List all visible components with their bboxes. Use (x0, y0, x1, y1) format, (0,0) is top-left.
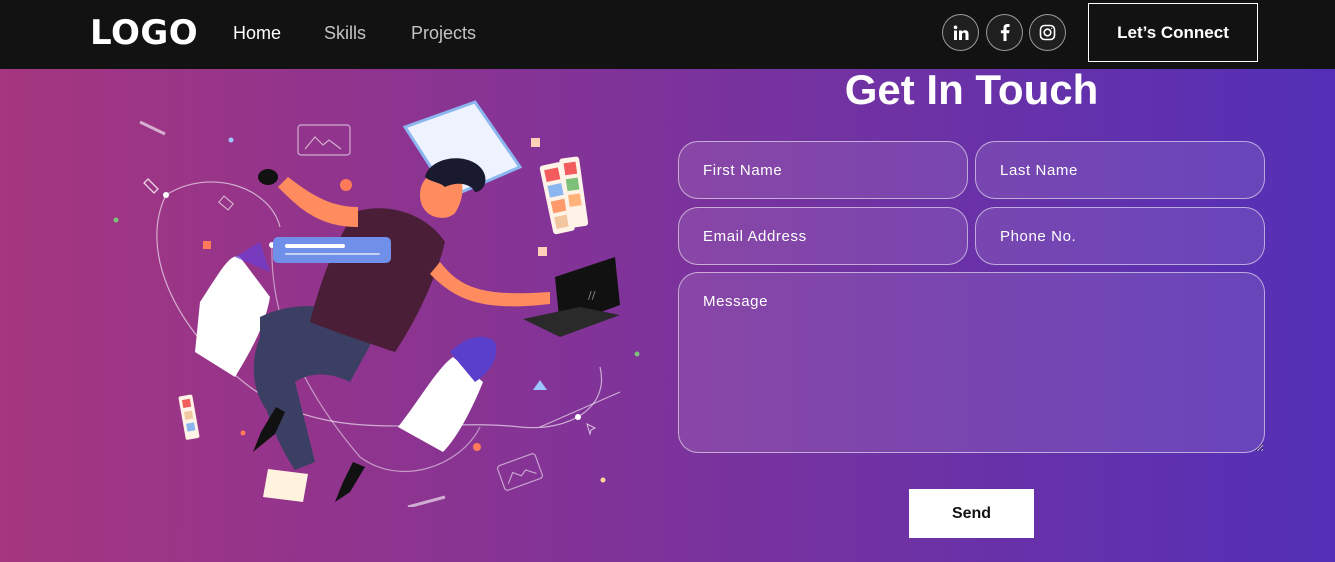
send-button[interactable]: Send (909, 489, 1034, 538)
navbar: LOGO Home Skills Projects Let’s Connect (0, 0, 1335, 69)
last-name-input[interactable] (975, 141, 1265, 199)
contact-illustration: // (113, 100, 640, 507)
first-name-input[interactable] (678, 141, 968, 199)
nav-link-projects[interactable]: Projects (411, 23, 476, 44)
instagram-icon[interactable] (1029, 14, 1066, 51)
linkedin-icon[interactable] (942, 14, 979, 51)
svg-text://: // (588, 289, 596, 302)
phone-input[interactable] (975, 207, 1265, 265)
contact-title: Get In Touch (844, 66, 1099, 113)
email-input[interactable] (678, 207, 968, 265)
nav-link-skills[interactable]: Skills (324, 23, 366, 44)
message-textarea[interactable] (678, 272, 1265, 453)
lets-connect-button[interactable]: Let’s Connect (1088, 3, 1258, 62)
logo[interactable]: LOGO (90, 13, 198, 53)
nav-link-home[interactable]: Home (233, 23, 281, 44)
facebook-icon[interactable] (986, 14, 1023, 51)
contact-section: // Get In Touch Send (0, 66, 1335, 562)
